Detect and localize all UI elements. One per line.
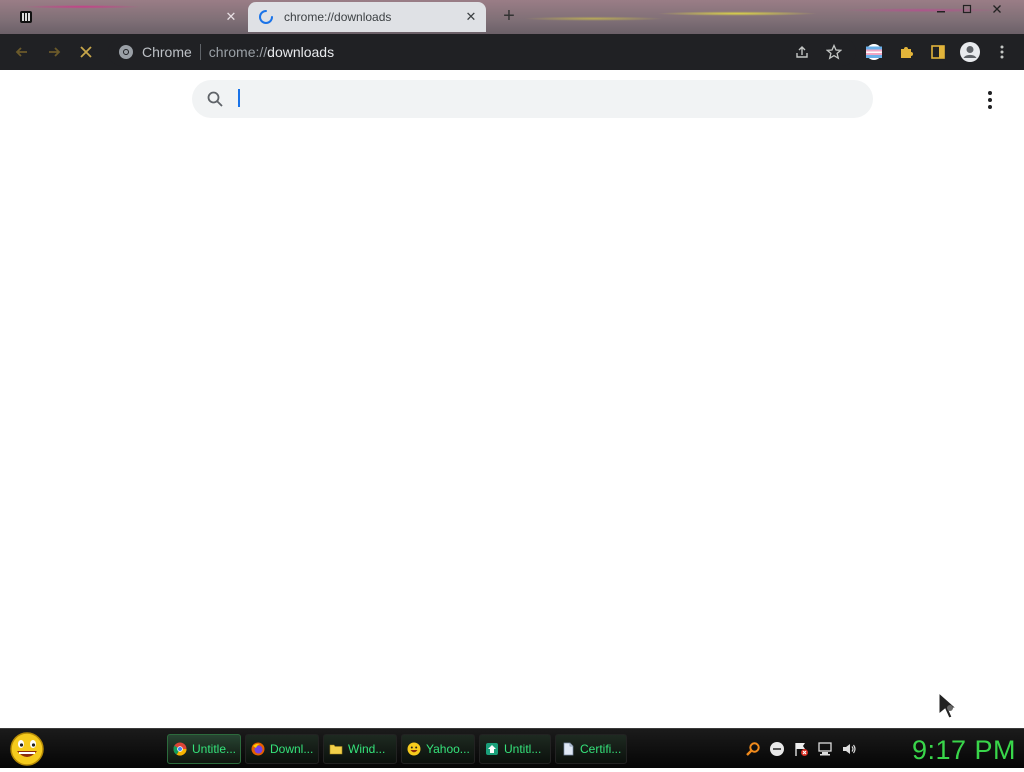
network-icon[interactable] (816, 740, 834, 758)
bookmark-star-icon[interactable] (820, 38, 848, 66)
back-button[interactable] (8, 38, 36, 66)
taskbar-item-chrome[interactable]: Untitle... (167, 734, 241, 764)
tab-close-icon[interactable]: ✕ (462, 8, 480, 26)
app-icon (484, 741, 500, 757)
tab-strip: ✕ chrome://downloads ✕ + (0, 0, 1024, 34)
action-center-flag-icon[interactable] (792, 740, 810, 758)
text-caret (238, 89, 240, 107)
browser-menu-icon[interactable] (988, 38, 1016, 66)
extension-flag-icon[interactable] (860, 38, 888, 66)
window-close-button[interactable] (984, 0, 1010, 18)
taskbar-clock[interactable]: 9:17 PM (884, 733, 1016, 767)
taskbar-item-windows-explorer[interactable]: Wind... (323, 734, 397, 764)
mouse-cursor-icon (938, 692, 958, 719)
taskbar-item-label: Untitle... (191, 742, 236, 756)
downloads-search-bar[interactable] (192, 80, 873, 118)
url-scheme: chrome:// (208, 44, 268, 60)
folder-icon (328, 741, 344, 757)
profile-avatar-icon[interactable] (956, 38, 984, 66)
taskbar-item-firefox[interactable]: Downl... (245, 734, 319, 764)
forward-button[interactable] (40, 38, 68, 66)
tab-favicon (18, 9, 34, 25)
tab-close-icon[interactable]: ✕ (222, 8, 240, 26)
search-icon (205, 89, 225, 109)
share-icon[interactable] (788, 38, 816, 66)
stop-loading-button[interactable] (72, 38, 100, 66)
taskbar-item-label: Untitl... (504, 742, 542, 756)
maximize-button[interactable] (954, 0, 980, 18)
taskbar-item-yahoo[interactable]: Yahoo... (401, 734, 475, 764)
omnibox[interactable]: Chrome chrome://downloads (108, 38, 856, 66)
chrome-icon (118, 44, 134, 60)
start-button[interactable] (8, 731, 46, 767)
more-actions-icon[interactable] (978, 88, 1002, 112)
extensions-puzzle-icon[interactable] (892, 38, 920, 66)
taskbar-item-label: Wind... (348, 742, 386, 756)
taskbar-item-untitled[interactable]: Untitl... (479, 734, 551, 764)
tab-active[interactable]: chrome://downloads ✕ (248, 2, 486, 32)
volume-icon[interactable] (840, 740, 858, 758)
messenger-tray-icon[interactable] (768, 740, 786, 758)
taskbar: Untitle... Downl... Wind... Yahoo... Unt… (0, 728, 1024, 768)
taskbar-item-label: Certifi... (580, 742, 622, 756)
minimize-button[interactable] (928, 0, 954, 18)
tab-title: chrome://downloads (284, 10, 392, 24)
downloads-search-input[interactable] (237, 84, 873, 114)
taskbar-item-label: Yahoo... (426, 742, 470, 756)
browser-toolbar: Chrome chrome://downloads (0, 34, 1024, 70)
url-host: downloads (267, 44, 335, 60)
omnibox-site-label: Chrome (142, 44, 192, 60)
yahoo-messenger-icon (406, 741, 422, 757)
tab-inactive[interactable]: ✕ (10, 2, 246, 32)
taskbar-item-certificate[interactable]: Certifi... (555, 734, 627, 764)
firefox-icon (250, 741, 266, 757)
document-icon (560, 741, 576, 757)
downloads-page (0, 70, 1024, 728)
new-tab-button[interactable]: + (498, 6, 520, 28)
loading-spinner-icon (258, 9, 274, 25)
omnibox-separator (199, 44, 201, 60)
taskbar-item-label: Downl... (270, 742, 314, 756)
search-tray-icon[interactable] (744, 740, 762, 758)
side-panel-icon[interactable] (924, 38, 952, 66)
chrome-icon (172, 741, 188, 757)
